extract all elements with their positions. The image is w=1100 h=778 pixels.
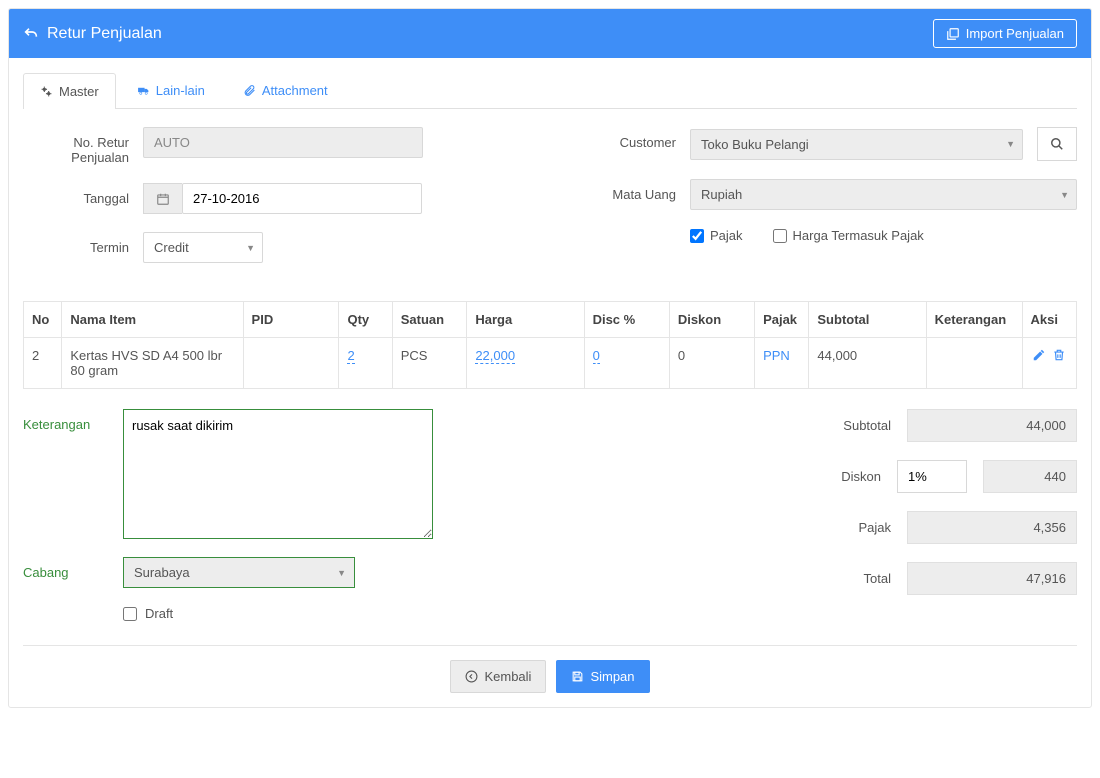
kembali-label: Kembali	[484, 669, 531, 684]
no-retur-input[interactable]	[143, 127, 423, 158]
cell-satuan: PCS	[392, 338, 467, 389]
col-qty: Qty	[339, 302, 392, 338]
import-button-label: Import Penjualan	[966, 26, 1064, 41]
customer-search-button[interactable]	[1037, 127, 1077, 161]
diskon-value: 440	[983, 460, 1077, 493]
cell-no: 2	[24, 338, 62, 389]
page-title: Retur Penjualan	[23, 25, 162, 43]
pajak-total-label: Pajak	[858, 520, 891, 535]
diskon-percent-input[interactable]	[897, 460, 967, 493]
table-header-row: No Nama Item PID Qty Satuan Harga Disc %…	[24, 302, 1077, 338]
kembali-button[interactable]: Kembali	[450, 660, 546, 693]
col-pajak: Pajak	[755, 302, 809, 338]
tab-attachment[interactable]: Attachment	[226, 72, 345, 108]
simpan-label: Simpan	[590, 669, 634, 684]
no-retur-label: No. Retur Penjualan	[23, 127, 143, 165]
cell-harga[interactable]: 22,000	[475, 348, 515, 364]
delete-icon[interactable]	[1052, 348, 1066, 362]
harga-termasuk-checkbox[interactable]: Harga Termasuk Pajak	[773, 228, 924, 243]
customer-label: Customer	[570, 127, 690, 150]
harga-termasuk-label: Harga Termasuk Pajak	[793, 228, 924, 243]
cell-subtotal: 44,000	[809, 338, 926, 389]
tab-lain-lain[interactable]: Lain-lain	[120, 72, 222, 108]
keterangan-label: Keterangan	[23, 409, 123, 539]
cabang-label: Cabang	[23, 557, 123, 588]
col-aksi: Aksi	[1022, 302, 1076, 338]
col-subtotal: Subtotal	[809, 302, 926, 338]
tab-master[interactable]: Master	[23, 73, 116, 109]
col-harga: Harga	[467, 302, 584, 338]
form-top: No. Retur Penjualan Tanggal	[23, 127, 1077, 281]
simpan-button[interactable]: Simpan	[556, 660, 649, 693]
termin-label: Termin	[23, 232, 143, 255]
paperclip-icon	[243, 84, 256, 97]
customer-select[interactable]: Toko Buku Pelangi	[690, 129, 1023, 160]
draft-label: Draft	[145, 606, 173, 621]
subtotal-value: 44,000	[907, 409, 1077, 442]
import-icon	[946, 27, 960, 41]
draft-checkbox[interactable]: Draft	[123, 606, 617, 621]
search-icon	[1050, 137, 1064, 151]
cell-keterangan	[926, 338, 1022, 389]
col-keterangan: Keterangan	[926, 302, 1022, 338]
back-icon	[465, 670, 478, 683]
subtotal-label: Subtotal	[843, 418, 891, 433]
undo-icon	[23, 26, 39, 42]
pajak-value: 4,356	[907, 511, 1077, 544]
tanggal-label: Tanggal	[23, 183, 143, 206]
items-table: No Nama Item PID Qty Satuan Harga Disc %…	[23, 301, 1077, 389]
panel-header: Retur Penjualan Import Penjualan	[9, 9, 1091, 58]
tab-lain-lain-label: Lain-lain	[156, 83, 205, 98]
bottom-section: Keterangan <span></span> Cabang Surabaya…	[23, 409, 1077, 621]
diskon-label: Diskon	[841, 469, 881, 484]
panel-body: Master Lain-lain Attachment No. Retur Pe…	[9, 58, 1091, 707]
pajak-checkbox-label: Pajak	[710, 228, 743, 243]
col-satuan: Satuan	[392, 302, 467, 338]
col-diskon: Diskon	[669, 302, 754, 338]
truck-icon	[137, 84, 150, 97]
cell-pajak[interactable]: PPN	[763, 348, 790, 363]
save-icon	[571, 670, 584, 683]
pajak-checkbox[interactable]: Pajak	[690, 228, 743, 243]
import-penjualan-button[interactable]: Import Penjualan	[933, 19, 1077, 48]
col-pid: PID	[243, 302, 339, 338]
cell-pid	[243, 338, 339, 389]
cell-diskon: 0	[669, 338, 754, 389]
gears-icon	[40, 85, 53, 98]
table-row: 2 Kertas HVS SD A4 500 lbr 80 gram 2 PCS…	[24, 338, 1077, 389]
col-no: No	[24, 302, 62, 338]
cell-disc-pct[interactable]: 0	[593, 348, 600, 364]
footer-buttons: Kembali Simpan	[23, 645, 1077, 693]
tanggal-input[interactable]	[182, 183, 422, 214]
tab-attachment-label: Attachment	[262, 83, 328, 98]
cabang-select[interactable]: Surabaya	[124, 558, 354, 587]
cell-qty[interactable]: 2	[347, 348, 354, 364]
keterangan-textarea[interactable]: <span></span>	[123, 409, 433, 539]
total-label: Total	[864, 571, 891, 586]
termin-select[interactable]: Credit	[143, 232, 263, 263]
total-value: 47,916	[907, 562, 1077, 595]
col-nama: Nama Item	[62, 302, 243, 338]
mata-uang-label: Mata Uang	[570, 179, 690, 202]
tab-master-label: Master	[59, 84, 99, 99]
calendar-icon[interactable]	[143, 183, 182, 214]
mata-uang-select[interactable]: Rupiah	[690, 179, 1077, 210]
tabs: Master Lain-lain Attachment	[23, 72, 1077, 109]
cell-nama: Kertas HVS SD A4 500 lbr 80 gram	[62, 338, 243, 389]
page-title-text: Retur Penjualan	[47, 25, 162, 43]
col-disc-pct: Disc %	[584, 302, 669, 338]
edit-icon[interactable]	[1032, 348, 1046, 362]
main-panel: Retur Penjualan Import Penjualan Master …	[8, 8, 1092, 708]
